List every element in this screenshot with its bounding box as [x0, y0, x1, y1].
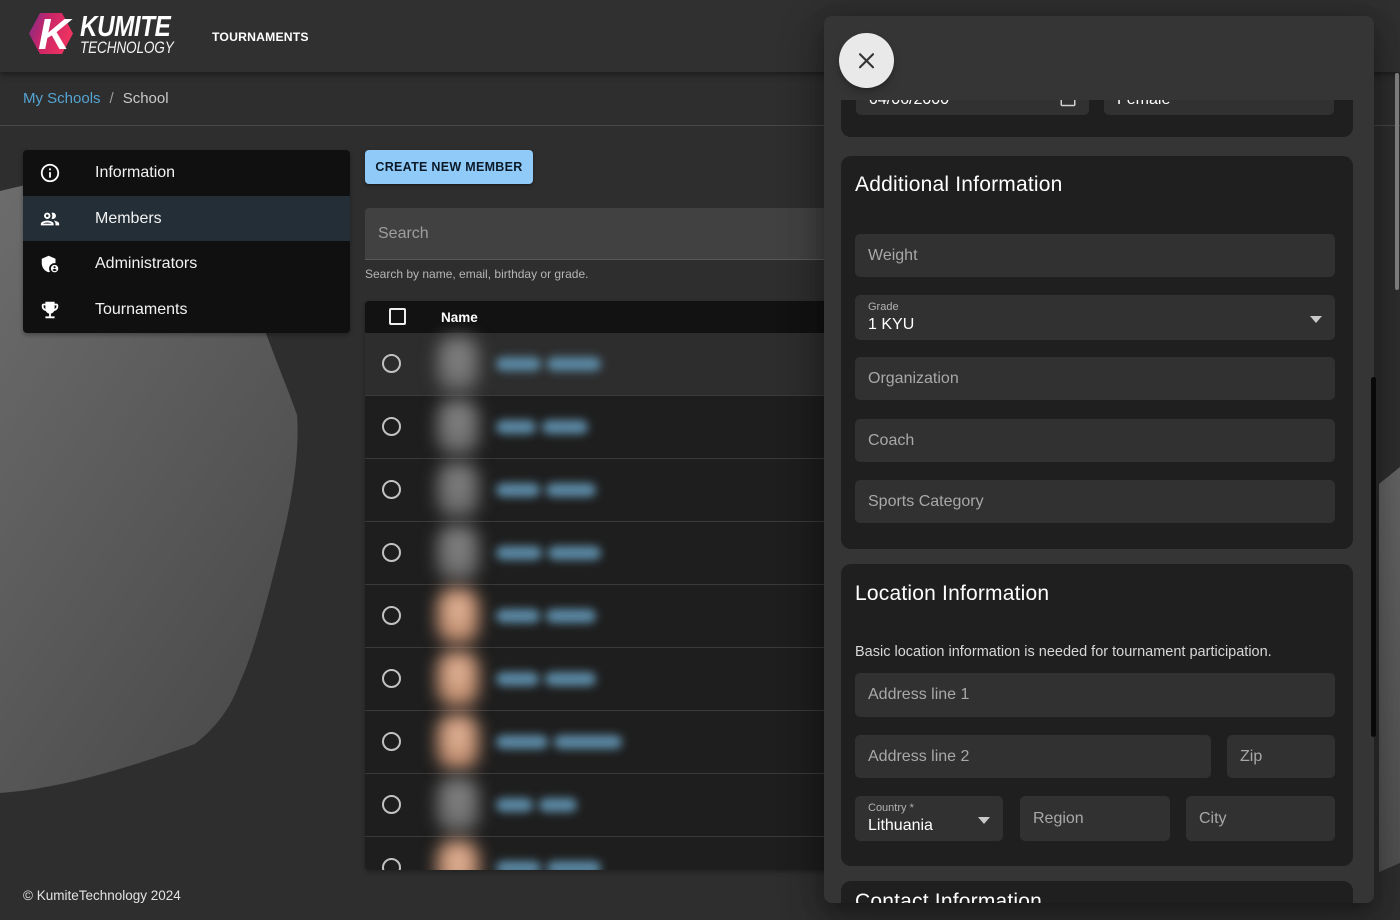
svg-text:K: K [38, 13, 73, 54]
